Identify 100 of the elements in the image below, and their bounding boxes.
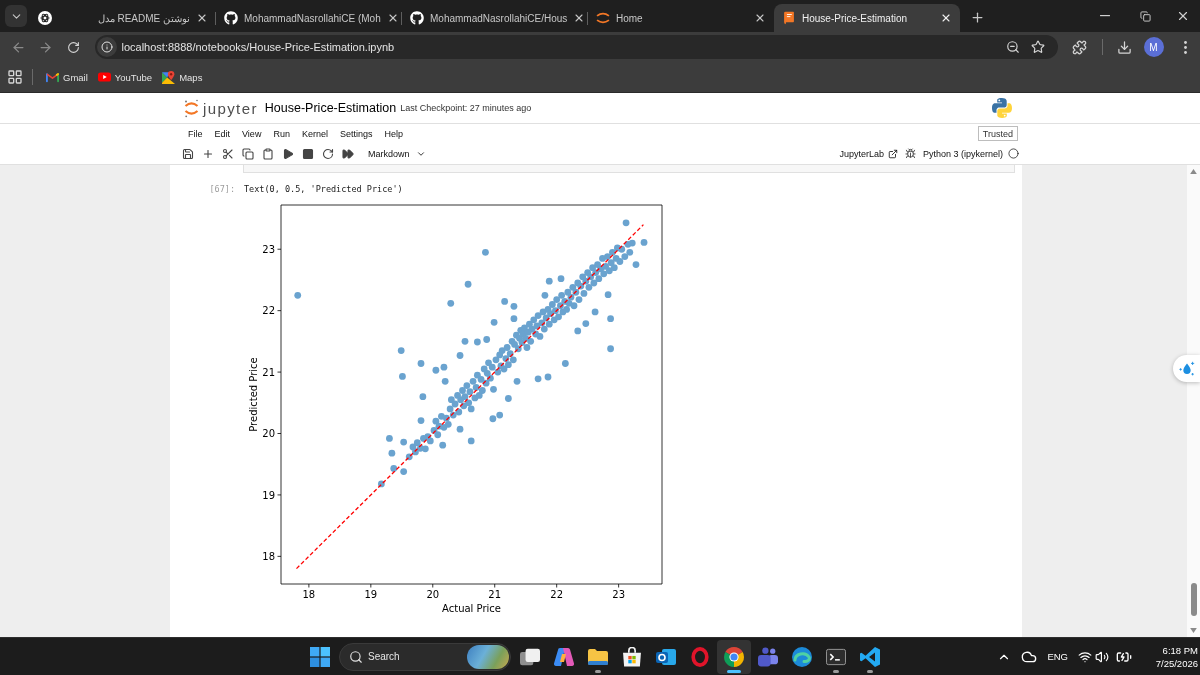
language-indicator[interactable]: ENG (1047, 651, 1068, 662)
reload-icon (66, 40, 80, 54)
bookmark-link[interactable]: Maps (157, 65, 208, 89)
y-tick-label: 23 (262, 243, 275, 255)
jupyter-logo-text: jupyter (203, 99, 258, 117)
puzzle-icon (1071, 39, 1087, 55)
y-axis-title: Predicted Price (248, 357, 259, 432)
teams-icon (758, 646, 778, 667)
browser-tab[interactable]: Home (588, 4, 774, 32)
vscode-icon (860, 646, 880, 667)
cell-type-dropdown[interactable]: Markdown (368, 148, 426, 159)
scrollbar-thumb[interactable] (1190, 583, 1197, 616)
checkpoint-text: Last Checkpoint: 27 minutes ago (400, 103, 532, 113)
bookmark-link[interactable]: Gmail (41, 65, 93, 89)
site-info-icon[interactable] (96, 37, 117, 57)
scroll-up-icon[interactable] (1190, 169, 1197, 174)
apps-grid-icon[interactable] (7, 69, 23, 85)
close-icon[interactable] (940, 12, 952, 24)
menu-item[interactable]: Run (267, 124, 296, 143)
fast-forward-icon[interactable] (342, 147, 354, 160)
terminal-icon (826, 646, 846, 667)
close-icon[interactable] (196, 12, 208, 24)
copilot-icon (554, 646, 574, 667)
scissors-icon[interactable] (222, 147, 234, 160)
scrollbar-track[interactable] (1187, 165, 1200, 637)
x-tick-label: 23 (612, 589, 625, 600)
photo-placeholder (467, 644, 509, 669)
x-axis-title: Actual Price (442, 603, 501, 614)
github-icon (224, 11, 238, 25)
gmail-icon (46, 71, 59, 83)
restore-icon (1139, 10, 1151, 22)
output-prompt: [67]: (208, 183, 235, 195)
profile-avatar[interactable]: M (1143, 37, 1164, 57)
assistant-button[interactable] (1173, 355, 1200, 382)
minimize-icon (1100, 15, 1110, 17)
y-tick-label: 21 (262, 366, 275, 378)
kebab-menu-icon (1183, 40, 1187, 54)
github-icon (410, 11, 424, 25)
zoom-icon[interactable] (1005, 40, 1020, 54)
address-bar[interactable]: localhost:8888/notebooks/House-Price-Estimation.ipynb (94, 35, 1058, 59)
bookmark-star-icon[interactable] (1030, 40, 1045, 54)
search-field[interactable]: Search (368, 651, 464, 662)
y-tick-label: 18 (262, 550, 275, 562)
youtube-icon (97, 72, 111, 82)
search-icon (349, 649, 363, 664)
clock-time[interactable]: 6:18 PM (1162, 644, 1198, 656)
tab-search-button[interactable] (5, 5, 27, 27)
menu-item[interactable]: Settings (333, 124, 379, 143)
browser-tab[interactable]: House-Price-Estimation (774, 4, 960, 32)
volume-icon[interactable] (1095, 649, 1109, 664)
menu-item[interactable]: Help (378, 124, 409, 143)
bookmark-link[interactable]: YouTube (92, 65, 158, 89)
opera-icon (690, 646, 710, 667)
browser-tab[interactable]: MohammadNasrollahiCE/Hous (402, 4, 588, 32)
play-icon[interactable] (282, 147, 294, 160)
x-tick-label: 22 (550, 589, 564, 600)
x-tick-label: 21 (488, 589, 502, 600)
download-icon (1116, 39, 1132, 55)
close-icon[interactable] (754, 12, 766, 24)
kernel-name-button[interactable]: Python 3 (ipykernel) (922, 148, 1019, 159)
y-tick-label: 19 (262, 489, 275, 501)
windows-logo-icon[interactable] (310, 646, 330, 667)
store-bag-icon (622, 646, 642, 667)
menu-item[interactable]: File (182, 124, 209, 143)
jupyter-logo-icon (184, 98, 199, 118)
stop-icon[interactable] (302, 147, 314, 160)
menu-item[interactable]: Kernel (295, 124, 334, 143)
droplet-sparkle-icon (1178, 360, 1195, 377)
trusted-button[interactable]: Trusted (977, 126, 1018, 141)
browser-tab[interactable]: MohammadNasrollahiCE (Moh (216, 4, 402, 32)
clock-date[interactable]: 7/25/2026 (1155, 657, 1198, 669)
edge-icon (792, 646, 812, 667)
restart-icon[interactable] (322, 147, 334, 160)
wifi-icon[interactable] (1078, 649, 1092, 664)
output-text: Text(0, 0.5, 'Predicted Price') (244, 183, 403, 195)
outlook-icon (656, 646, 676, 667)
x-tick-label: 20 (426, 589, 440, 600)
plus-icon[interactable] (202, 147, 214, 160)
folder-icon (588, 646, 608, 667)
y-tick-label: 22 (262, 305, 275, 317)
chrome-icon (724, 646, 744, 667)
forward-arrow-icon (38, 39, 53, 55)
x-tick-label: 18 (302, 589, 316, 600)
plus-icon (969, 9, 985, 25)
save-icon[interactable] (182, 147, 194, 160)
notebook-title[interactable]: House-Price-Estimation (264, 101, 397, 115)
menu-item[interactable]: View (236, 124, 268, 143)
browser-tab[interactable]: نوشتن README مدل (30, 4, 216, 32)
jupyterlab-link[interactable]: JupyterLab (839, 148, 898, 159)
bug-icon[interactable] (904, 148, 916, 159)
y-tick-label: 20 (262, 428, 275, 440)
clipboard-icon[interactable] (262, 147, 274, 160)
scroll-down-icon[interactable] (1190, 628, 1197, 633)
maps-icon (162, 70, 176, 84)
taskbar-button[interactable] (717, 639, 751, 674)
python-logo-icon (992, 98, 1012, 118)
notebook-icon (782, 11, 796, 25)
jupyter-logo-icon (596, 11, 610, 25)
copy-icon[interactable] (242, 147, 254, 160)
menu-item[interactable]: Edit (208, 124, 237, 143)
